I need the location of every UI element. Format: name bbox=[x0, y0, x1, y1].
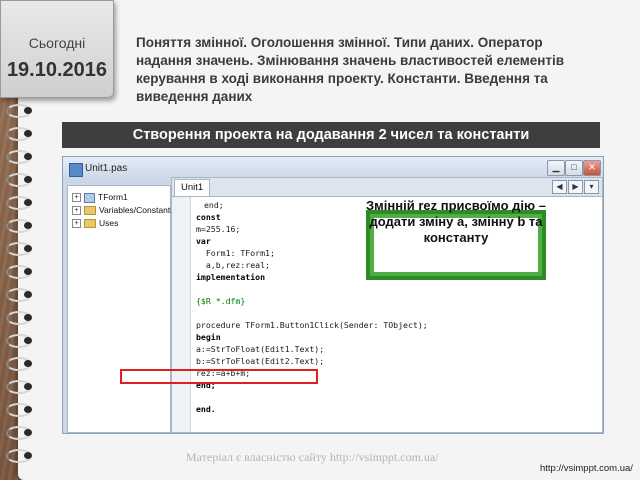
code-line: a:=StrToFloat(Edit1.Text); bbox=[196, 344, 325, 354]
dropdown-icon[interactable]: ▾ bbox=[584, 180, 599, 194]
window-title: Unit1.pas bbox=[85, 163, 128, 174]
tree-item-uses[interactable]: + Uses bbox=[72, 218, 118, 229]
code-line: procedure TForm1.Button1Click(Sender: TO… bbox=[196, 320, 428, 330]
structure-tree: + TForm1 + Variables/Constants + Uses bbox=[67, 185, 174, 433]
code-line: implementation bbox=[196, 272, 266, 282]
maximize-button[interactable]: □ bbox=[565, 160, 583, 176]
folder-icon bbox=[84, 219, 96, 229]
today-label: Сьогодні bbox=[28, 35, 86, 51]
expand-icon[interactable]: + bbox=[72, 193, 81, 203]
spiral-ring-icon bbox=[6, 288, 34, 302]
notebook-spiral-binding bbox=[6, 104, 36, 474]
date-value: 19.10.2016 bbox=[6, 59, 108, 81]
expand-icon[interactable]: + bbox=[72, 219, 81, 229]
spiral-ring-icon bbox=[6, 334, 34, 348]
site-link[interactable]: http://vsimppt.com.ua/ bbox=[540, 463, 633, 474]
spiral-ring-icon bbox=[6, 357, 34, 371]
date-card: Сьогодні 19.10.2016 bbox=[0, 0, 114, 98]
tree-item-label: Uses bbox=[99, 218, 119, 228]
spiral-ring-icon bbox=[6, 173, 34, 187]
tree-item-variables-constants[interactable]: + Variables/Constants bbox=[72, 205, 174, 216]
code-line: begin bbox=[196, 332, 221, 342]
code-line: const bbox=[196, 212, 221, 222]
close-button[interactable]: ✕ bbox=[583, 160, 601, 176]
spiral-ring-icon bbox=[6, 196, 34, 210]
lesson-title: Поняття змінної. Оголошення змінної. Тип… bbox=[136, 35, 565, 104]
spiral-ring-icon bbox=[6, 265, 34, 279]
watermark-text: Матеріал є власністю сайту http://vsimpp… bbox=[186, 450, 439, 464]
spiral-ring-icon bbox=[6, 150, 34, 164]
spiral-ring-icon bbox=[6, 127, 34, 141]
app-icon bbox=[69, 163, 83, 177]
code-line: var bbox=[196, 236, 211, 246]
code-line: end; bbox=[204, 200, 224, 210]
spiral-ring-icon bbox=[6, 426, 34, 440]
expand-icon[interactable]: + bbox=[72, 206, 81, 216]
code-line: m=255.16; bbox=[196, 224, 241, 234]
tab-unit1[interactable]: Unit1 bbox=[174, 179, 211, 196]
code-line: a,b,rez:real; bbox=[196, 260, 270, 270]
code-line: {$R *.dfm} bbox=[196, 296, 246, 306]
editor-tab-bar: Unit1 ◀ ▶ ▾ bbox=[172, 178, 602, 197]
form-icon bbox=[84, 192, 95, 203]
arrow-left-icon[interactable]: ◀ bbox=[552, 180, 567, 194]
tree-item-tform1[interactable]: + TForm1 bbox=[72, 192, 128, 203]
callout-text: Змінній rez присвоїмо дію – додати зміну… bbox=[366, 198, 546, 245]
tree-item-label: Variables/Constants bbox=[99, 205, 175, 215]
minimize-button[interactable]: ▁ bbox=[547, 160, 565, 176]
tree-item-label: TForm1 bbox=[98, 192, 128, 202]
spiral-ring-icon bbox=[6, 380, 34, 394]
code-line: Form1: TForm1; bbox=[196, 248, 275, 258]
spiral-ring-icon bbox=[6, 104, 34, 118]
arrow-right-icon[interactable]: ▶ bbox=[568, 180, 583, 194]
spiral-ring-icon bbox=[6, 403, 34, 417]
code-line: b:=StrToFloat(Edit2.Text); bbox=[196, 356, 325, 366]
spiral-ring-icon bbox=[6, 449, 34, 463]
editor-gutter bbox=[172, 197, 191, 432]
spiral-ring-icon bbox=[6, 242, 34, 256]
spiral-ring-icon bbox=[6, 219, 34, 233]
spiral-ring-icon bbox=[6, 311, 34, 325]
folder-icon bbox=[84, 206, 96, 216]
code-line: end. bbox=[196, 404, 216, 414]
section-banner: Створення проекта на додавання 2 чисел т… bbox=[62, 122, 600, 148]
code-highlight-box bbox=[120, 369, 318, 384]
